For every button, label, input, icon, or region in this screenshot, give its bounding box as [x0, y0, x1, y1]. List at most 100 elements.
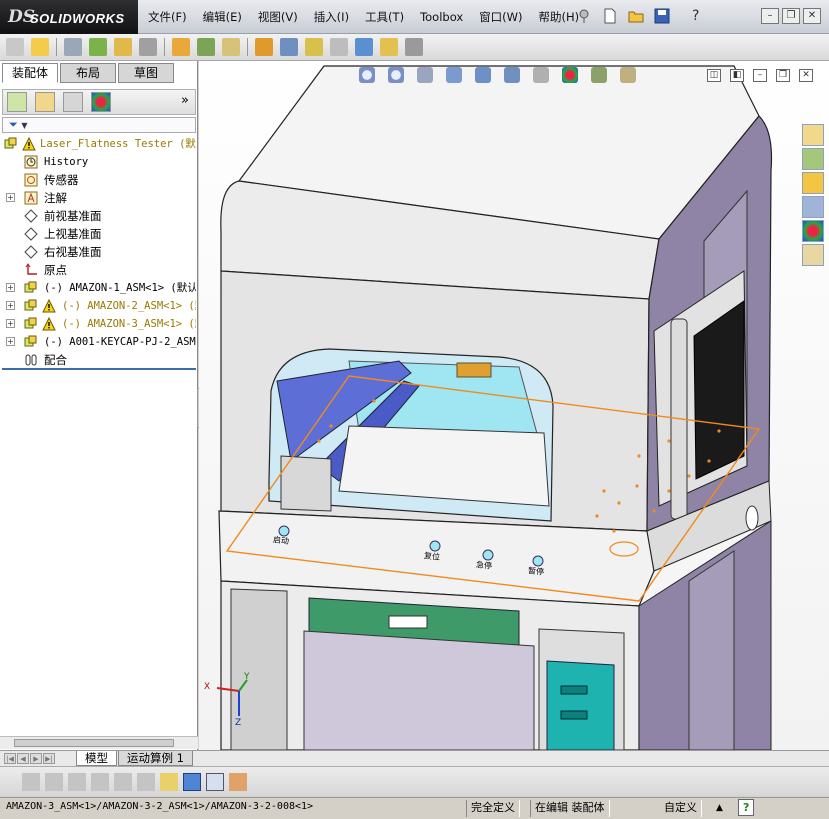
hide-show-items-icon[interactable]	[533, 67, 549, 83]
tree-item-amazon-3[interactable]: + (-) AMAZON-3_ASM<1> (默	[2, 315, 196, 333]
display-manager-icon[interactable]	[91, 92, 111, 112]
scrollbar-thumb[interactable]	[14, 739, 174, 747]
tree-filter[interactable]: ⏷ ▼	[2, 117, 196, 133]
section-tool-icon[interactable]	[229, 772, 247, 791]
doc-close-icon[interactable]: ✕	[799, 69, 813, 82]
doc-restore-icon[interactable]: ❐	[776, 69, 790, 82]
new-part-icon[interactable]	[31, 38, 49, 56]
expand-toggle[interactable]: +	[6, 283, 15, 292]
tree-item-right-plane[interactable]: 右视基准面	[2, 243, 196, 261]
view-tool-1-icon[interactable]	[22, 772, 40, 791]
pin-icon[interactable]	[576, 8, 592, 24]
menu-toolbox[interactable]: Toolbox	[420, 10, 463, 24]
tile-vertical-icon[interactable]: ◧	[730, 69, 744, 82]
tree-item-annotations[interactable]: + 注解	[2, 189, 196, 207]
unit-system[interactable]: 自定义	[660, 800, 702, 817]
zoom-to-area-icon[interactable]	[388, 67, 404, 83]
expand-toggle[interactable]: +	[6, 193, 15, 202]
custom-properties-icon[interactable]	[802, 244, 824, 266]
save-icon[interactable]	[654, 8, 670, 24]
view-tool-3-icon[interactable]	[68, 772, 86, 791]
last-tab-icon[interactable]: ▶|	[43, 753, 55, 764]
property-manager-icon[interactable]	[35, 92, 55, 112]
solidworks-logo[interactable]: DS SOLIDWORKS	[0, 0, 138, 34]
prev-tab-icon[interactable]: ◀	[17, 753, 29, 764]
view-tool-6-icon[interactable]	[137, 772, 155, 791]
close-icon[interactable]: ✕	[803, 8, 821, 24]
view-tool-2-icon[interactable]	[45, 772, 63, 791]
help-question-icon[interactable]: ?	[692, 8, 699, 24]
interference-detection-icon[interactable]	[280, 38, 298, 56]
next-tab-icon[interactable]: ▶	[30, 753, 42, 764]
explode-view-icon[interactable]	[222, 38, 240, 56]
design-library-icon[interactable]	[802, 148, 824, 170]
expand-toggle[interactable]: +	[6, 319, 15, 328]
menu-insert[interactable]: 插入(I)	[314, 9, 349, 25]
display-style-icon[interactable]	[504, 67, 520, 83]
solidworks-resources-icon[interactable]	[802, 124, 824, 146]
paperclip-icon[interactable]	[64, 38, 82, 56]
menu-tools[interactable]: 工具(T)	[365, 9, 404, 25]
appearances-scenes-icon[interactable]	[802, 220, 824, 242]
bill-of-materials-icon[interactable]	[255, 38, 273, 56]
filter-funnel-icon[interactable]: ⏷	[9, 118, 18, 131]
feature-manager-icon[interactable]	[7, 92, 27, 112]
tab-model[interactable]: 模型	[76, 751, 117, 766]
tile-view-icon[interactable]	[206, 772, 224, 791]
tree-horizontal-scrollbar[interactable]	[0, 736, 198, 749]
view-settings-icon[interactable]	[620, 67, 636, 83]
view-tool-5-icon[interactable]	[114, 772, 132, 791]
zoom-to-fit-icon[interactable]	[359, 67, 375, 83]
filter-dropdown-icon[interactable]: ▼	[21, 121, 27, 130]
tree-item-history[interactable]: History	[2, 153, 196, 171]
tree-item-origin[interactable]: 原点	[2, 261, 196, 279]
minimize-icon[interactable]: –	[761, 8, 779, 24]
tree-item-front-plane[interactable]: 前视基准面	[2, 207, 196, 225]
hole-alignment-icon[interactable]	[330, 38, 348, 56]
doc-minimize-icon[interactable]: –	[753, 69, 767, 82]
insert-components-icon[interactable]	[6, 38, 24, 56]
view-orientation-icon[interactable]	[475, 67, 491, 83]
previous-view-icon[interactable]	[417, 67, 433, 83]
file-explorer-icon[interactable]	[802, 172, 824, 194]
mass-properties-icon[interactable]	[380, 38, 398, 56]
expand-toggle[interactable]: +	[6, 337, 15, 346]
measure-icon[interactable]	[355, 38, 373, 56]
menu-file[interactable]: 文件(F)	[148, 9, 187, 25]
clearance-icon[interactable]	[305, 38, 323, 56]
unit-system-arrow-icon[interactable]: ▲	[712, 800, 727, 817]
rotate-component-icon[interactable]	[139, 38, 157, 56]
tree-item-amazon-1[interactable]: + (-) AMAZON-1_ASM<1> (默认<	[2, 279, 196, 297]
shaded-view-icon[interactable]	[183, 772, 201, 791]
tab-motion-study-1[interactable]: 运动算例 1	[118, 751, 193, 766]
tile-horizontal-icon[interactable]: ◫	[707, 69, 721, 82]
tab-layout[interactable]: 布局	[60, 63, 116, 83]
menu-view[interactable]: 视图(V)	[258, 9, 298, 25]
menu-window[interactable]: 窗口(W)	[479, 9, 522, 25]
new-document-icon[interactable]	[602, 8, 618, 24]
instant3d-icon[interactable]	[405, 38, 423, 56]
help-icon[interactable]: ?	[738, 799, 755, 816]
tab-sketch[interactable]: 草图	[118, 63, 174, 83]
tree-item-sensors[interactable]: 传感器	[2, 171, 196, 189]
open-folder-icon[interactable]	[628, 8, 644, 24]
reference-geometry-icon[interactable]	[197, 38, 215, 56]
tree-root-assembly[interactable]: Laser_Flatness Tester (默	[2, 135, 196, 153]
apply-scene-icon[interactable]	[591, 67, 607, 83]
section-view-icon[interactable]	[446, 67, 462, 83]
view-tool-4-icon[interactable]	[91, 772, 109, 791]
view-palette-icon[interactable]	[802, 196, 824, 218]
configuration-manager-icon[interactable]	[63, 92, 83, 112]
move-component-icon[interactable]	[114, 38, 132, 56]
tab-assembly[interactable]: 装配体	[2, 63, 58, 83]
smart-fasteners-icon[interactable]	[89, 38, 107, 56]
machine-model[interactable]	[199, 61, 829, 750]
more-managers-icon[interactable]: »	[181, 93, 189, 108]
tree-item-top-plane[interactable]: 上视基准面	[2, 225, 196, 243]
tree-item-mates[interactable]: 配合	[2, 351, 196, 369]
edit-appearance-icon[interactable]	[562, 67, 578, 83]
tree-item-keycap[interactable]: + (-) A001-KEYCAP-PJ-2_ASM<	[2, 333, 196, 351]
assembly-features-icon[interactable]	[172, 38, 190, 56]
menu-edit[interactable]: 编辑(E)	[203, 9, 242, 25]
first-tab-icon[interactable]: |◀	[4, 753, 16, 764]
